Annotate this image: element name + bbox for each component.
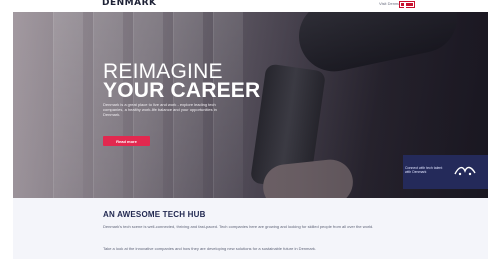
hero-title-line2: YOUR CAREER: [103, 79, 261, 102]
hero-title: REIMAGINE YOUR CAREER: [103, 61, 261, 102]
talent-badge[interactable]: Connect with tech talent with Denmark: [403, 155, 488, 189]
denmark-logo-icon: [454, 166, 476, 176]
denmark-flag-icon[interactable]: [399, 1, 415, 9]
hero-banner: REIMAGINE YOUR CAREER Denmark is a great…: [13, 12, 488, 198]
tech-hub-section: AN AWESOME TECH HUB Denmark's tech scene…: [13, 198, 488, 259]
hero-description: Denmark is a great place to live and wor…: [103, 102, 217, 117]
top-bar: DENMARK Visit Denmark: [0, 0, 501, 12]
read-more-button[interactable]: Read more: [103, 136, 150, 146]
section-paragraph-1: Denmark's tech scene is well-connected, …: [103, 224, 374, 229]
site-logo[interactable]: DENMARK: [102, 0, 156, 8]
section-paragraph-2: Take a look at the innovative companies …: [103, 246, 317, 251]
section-title: AN AWESOME TECH HUB: [103, 210, 206, 219]
badge-text: Connect with tech talent with Denmark: [405, 166, 443, 174]
